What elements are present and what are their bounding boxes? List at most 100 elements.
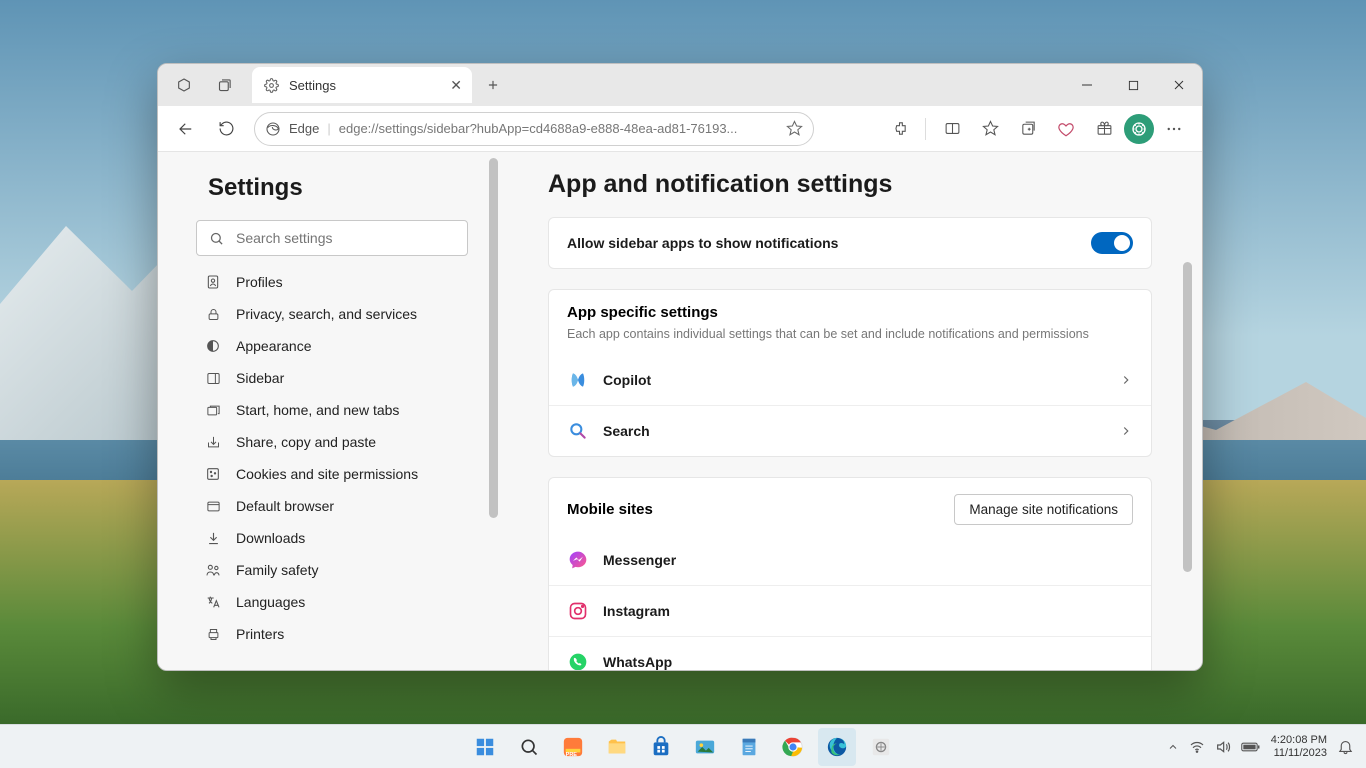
tab-settings[interactable]: Settings ✕ bbox=[252, 67, 472, 103]
taskbar-photos[interactable] bbox=[686, 728, 724, 766]
minimize-button[interactable] bbox=[1064, 64, 1110, 106]
taskbar-explorer[interactable] bbox=[598, 728, 636, 766]
app-row-copilot[interactable]: Copilot bbox=[549, 355, 1151, 405]
settings-content: Settings Profiles Privacy, search, and s… bbox=[158, 152, 1202, 670]
nav-default-browser[interactable]: Default browser bbox=[196, 490, 468, 522]
sidebar-icon bbox=[204, 371, 222, 386]
refresh-button[interactable] bbox=[208, 111, 244, 147]
nav-label: Share, copy and paste bbox=[236, 434, 376, 450]
site-label: Messenger bbox=[603, 552, 676, 568]
copilot-icon bbox=[567, 369, 589, 391]
more-menu-icon[interactable] bbox=[1156, 111, 1192, 147]
favorites-icon[interactable] bbox=[972, 111, 1008, 147]
mobile-sites-title: Mobile sites bbox=[567, 501, 653, 518]
back-button[interactable] bbox=[168, 111, 204, 147]
site-row-instagram[interactable]: Instagram bbox=[549, 585, 1151, 636]
notifications-icon[interactable] bbox=[1337, 738, 1354, 755]
nav-family[interactable]: Family safety bbox=[196, 554, 468, 586]
clock-date: 11/11/2023 bbox=[1271, 747, 1327, 760]
close-window-button[interactable] bbox=[1156, 64, 1202, 106]
maximize-button[interactable] bbox=[1110, 64, 1156, 106]
site-row-whatsapp[interactable]: WhatsApp bbox=[549, 636, 1151, 670]
tab-actions-icon[interactable] bbox=[206, 67, 242, 103]
nav-privacy[interactable]: Privacy, search, and services bbox=[196, 298, 468, 330]
rewards-icon[interactable] bbox=[1086, 111, 1122, 147]
search-settings[interactable] bbox=[196, 220, 468, 256]
tray-chevron-icon[interactable] bbox=[1167, 741, 1179, 753]
taskbar-store[interactable] bbox=[642, 728, 680, 766]
split-screen-icon[interactable] bbox=[934, 111, 970, 147]
taskbar-app-1[interactable]: PRE bbox=[554, 728, 592, 766]
taskbar: PRE 4:20:08 PM 11/11/2023 bbox=[0, 724, 1366, 768]
nav-label: Languages bbox=[236, 594, 305, 610]
profile-avatar[interactable] bbox=[1124, 114, 1154, 144]
taskbar-edge[interactable] bbox=[818, 728, 856, 766]
nav-downloads[interactable]: Downloads bbox=[196, 522, 468, 554]
taskbar-app-2[interactable] bbox=[862, 728, 900, 766]
app-specific-title: App specific settings bbox=[567, 304, 1133, 321]
nav-sidebar[interactable]: Sidebar bbox=[196, 362, 468, 394]
manage-site-notifications-button[interactable]: Manage site notifications bbox=[954, 494, 1133, 525]
nav-label: Sidebar bbox=[236, 370, 284, 386]
nav-label: Downloads bbox=[236, 530, 305, 546]
sidebar-scrollbar[interactable] bbox=[489, 158, 498, 518]
search-icon bbox=[209, 231, 224, 246]
settings-sidebar: Settings Profiles Privacy, search, and s… bbox=[158, 152, 498, 670]
close-tab-icon[interactable]: ✕ bbox=[450, 77, 462, 94]
start-button[interactable] bbox=[466, 728, 504, 766]
family-icon bbox=[204, 562, 222, 578]
card-app-specific: App specific settings Each app contains … bbox=[548, 289, 1152, 457]
sidebar-title: Settings bbox=[208, 174, 468, 202]
clock-time: 4:20:08 PM bbox=[1271, 734, 1327, 747]
cookies-icon bbox=[204, 466, 222, 482]
nav-label: Profiles bbox=[236, 274, 283, 290]
settings-page: App and notification settings Allow side… bbox=[498, 152, 1202, 670]
app-label: Search bbox=[603, 423, 650, 439]
browser-icon bbox=[204, 499, 222, 514]
collections-icon[interactable] bbox=[1010, 111, 1046, 147]
favorite-star-icon[interactable] bbox=[786, 120, 803, 137]
edge-logo-icon bbox=[265, 121, 281, 137]
nav-printers[interactable]: Printers bbox=[196, 618, 468, 650]
nav-label: Appearance bbox=[236, 338, 312, 354]
nav-label: Cookies and site permissions bbox=[236, 466, 418, 482]
search-input[interactable] bbox=[236, 230, 455, 246]
nav-profiles[interactable]: Profiles bbox=[196, 266, 468, 298]
new-tab-button[interactable] bbox=[476, 68, 510, 102]
nav-appearance[interactable]: Appearance bbox=[196, 330, 468, 362]
card-allow-notifications: Allow sidebar apps to show notifications bbox=[548, 217, 1152, 269]
taskbar-notepad[interactable] bbox=[730, 728, 768, 766]
app-label: Copilot bbox=[603, 372, 651, 388]
volume-icon[interactable] bbox=[1215, 739, 1231, 755]
nav-label: Family safety bbox=[236, 562, 318, 578]
taskbar-chrome[interactable] bbox=[774, 728, 812, 766]
system-clock[interactable]: 4:20:08 PM 11/11/2023 bbox=[1271, 734, 1327, 759]
battery-icon[interactable] bbox=[1241, 740, 1261, 754]
nav-share[interactable]: Share, copy and paste bbox=[196, 426, 468, 458]
extensions-icon[interactable] bbox=[881, 111, 917, 147]
page-title: App and notification settings bbox=[548, 170, 1152, 199]
svg-text:PRE: PRE bbox=[566, 752, 578, 758]
workspaces-icon[interactable] bbox=[166, 67, 202, 103]
nav-cookies[interactable]: Cookies and site permissions bbox=[196, 458, 468, 490]
wifi-icon[interactable] bbox=[1189, 739, 1205, 755]
nav-label: Printers bbox=[236, 626, 284, 642]
titlebar: Settings ✕ bbox=[158, 64, 1202, 106]
nav-start-home[interactable]: Start, home, and new tabs bbox=[196, 394, 468, 426]
taskbar-search[interactable] bbox=[510, 728, 548, 766]
address-bar[interactable]: Edge | edge://settings/sidebar?hubApp=cd… bbox=[254, 112, 814, 146]
nav-languages[interactable]: Languages bbox=[196, 586, 468, 618]
app-specific-subtitle: Each app contains individual settings th… bbox=[567, 327, 1133, 351]
instagram-icon bbox=[567, 600, 589, 622]
page-scrollbar[interactable] bbox=[1183, 262, 1192, 572]
browser-essentials-icon[interactable] bbox=[1048, 111, 1084, 147]
nav-label: Default browser bbox=[236, 498, 334, 514]
site-row-messenger[interactable]: Messenger bbox=[549, 535, 1151, 585]
languages-icon bbox=[204, 594, 222, 610]
url-prefix: Edge bbox=[289, 121, 319, 136]
app-row-search[interactable]: Search bbox=[549, 405, 1151, 456]
site-label: WhatsApp bbox=[603, 654, 672, 670]
allow-notifications-toggle[interactable] bbox=[1091, 232, 1133, 254]
chevron-right-icon bbox=[1119, 373, 1133, 387]
lock-icon bbox=[204, 307, 222, 322]
